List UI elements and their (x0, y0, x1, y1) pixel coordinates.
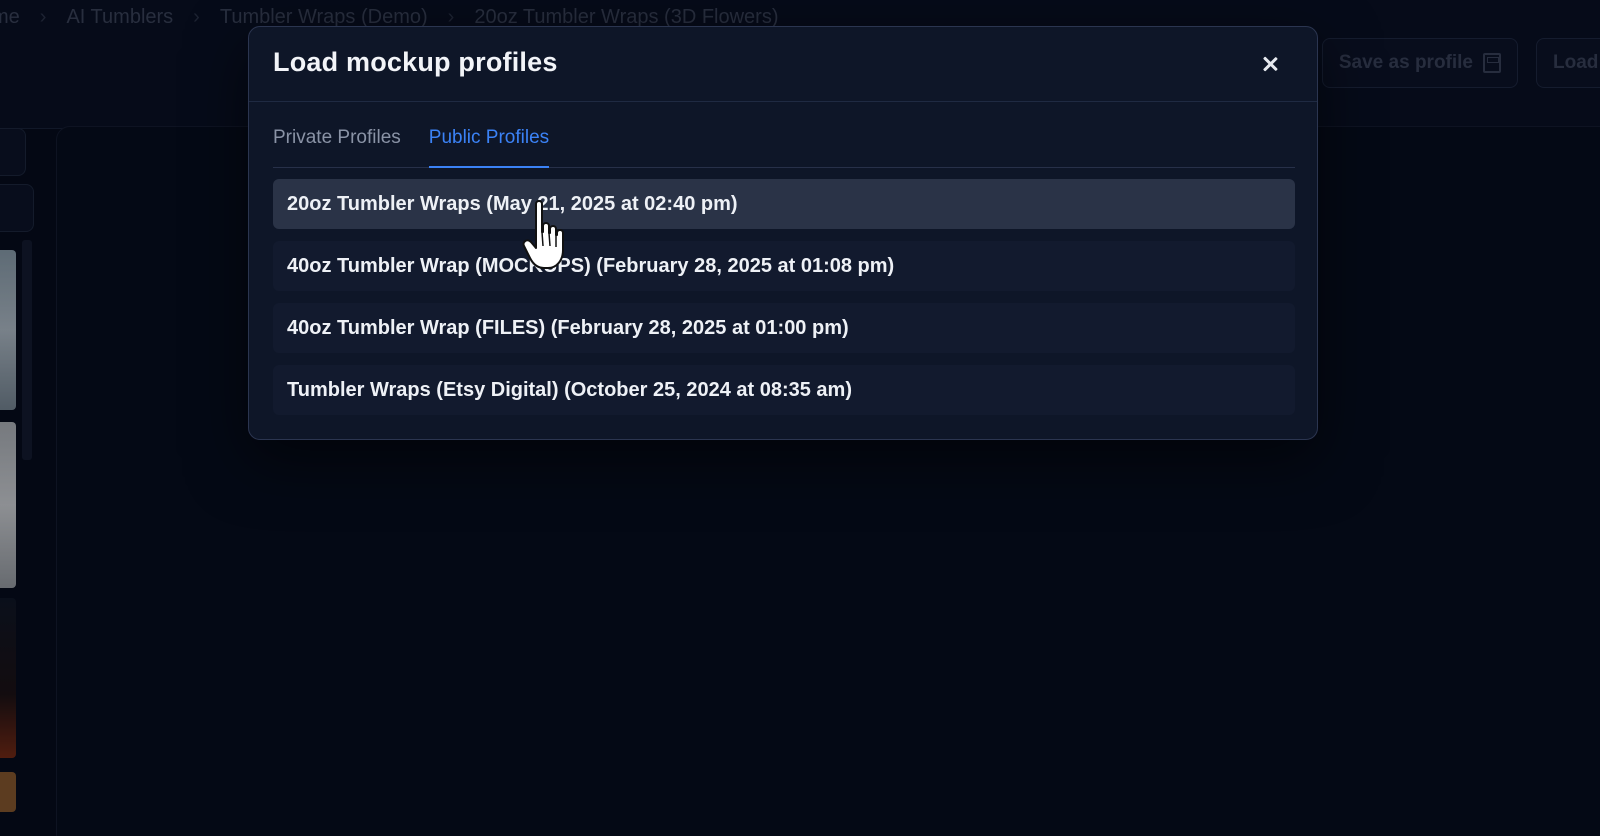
profile-tabs: Private Profiles Public Profiles (273, 123, 1295, 168)
hand-pointer-cursor-icon (522, 200, 564, 269)
modal-header: Load mockup profiles (249, 27, 1317, 102)
load-profiles-modal: Load mockup profiles Private Profiles Pu… (248, 26, 1318, 440)
profile-item[interactable]: 40oz Tumbler Wrap (MOCKUPS) (February 28… (273, 241, 1295, 291)
modal-title: Load mockup profiles (273, 47, 558, 77)
close-icon[interactable] (1257, 51, 1283, 77)
app-page: me › AI Tumblers › Tumbler Wraps (Demo) … (0, 0, 1600, 836)
profile-list: 20oz Tumbler Wraps (May 21, 2025 at 02:4… (273, 179, 1295, 427)
tab-public-profiles[interactable]: Public Profiles (428, 123, 550, 168)
tab-private-profiles[interactable]: Private Profiles (273, 123, 401, 163)
profile-item[interactable]: 20oz Tumbler Wraps (May 21, 2025 at 02:4… (273, 179, 1295, 229)
profile-item[interactable]: Tumbler Wraps (Etsy Digital) (October 25… (273, 365, 1295, 415)
profile-item[interactable]: 40oz Tumbler Wrap (FILES) (February 28, … (273, 303, 1295, 353)
